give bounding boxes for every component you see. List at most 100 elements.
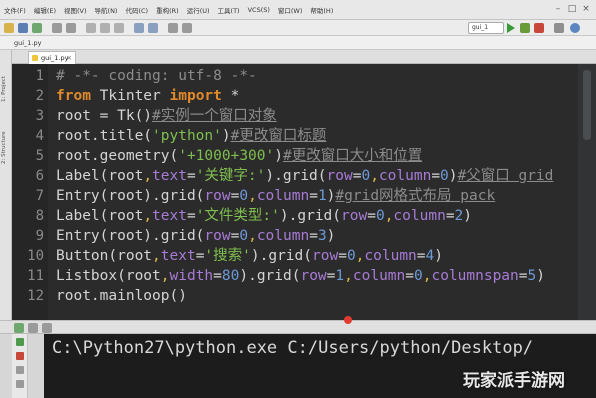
- code-token: ): [221, 128, 231, 144]
- line-number-gutter: 1 2 3 4 5 6 7 8 9 10 11 12: [12, 64, 48, 320]
- code-token: text: [152, 208, 187, 224]
- panel-splitter[interactable]: [0, 320, 596, 334]
- undo-icon[interactable]: [52, 23, 62, 33]
- tab-gui-1-py[interactable]: gui_1.py ×: [28, 51, 76, 64]
- replace-icon[interactable]: [148, 23, 158, 33]
- code-token: # -*- coding: utf-8 -*-: [56, 68, 257, 84]
- scroll-end-icon[interactable]: [16, 380, 24, 388]
- navigation-bar[interactable]: gui_1.py: [0, 36, 596, 50]
- sync-icon[interactable]: [32, 23, 42, 33]
- forward-icon[interactable]: [182, 23, 192, 33]
- menu-item[interactable]: 导航(N): [95, 5, 118, 15]
- line-number: 9: [35, 228, 44, 244]
- menu-item[interactable]: 代码(C): [125, 5, 148, 15]
- code-token: =: [186, 208, 196, 224]
- code-token: row: [341, 208, 368, 224]
- breadcrumb-file[interactable]: gui_1.py: [14, 39, 41, 47]
- code-token: #grid网格式布局 pack: [335, 188, 496, 204]
- terminal-tab-icon[interactable]: [42, 323, 52, 333]
- run-tab-icon[interactable]: [14, 323, 24, 333]
- code-editor[interactable]: # -*- coding: utf-8 -*- from Tkinter impo…: [48, 64, 578, 320]
- menu-item[interactable]: VCS(S): [248, 6, 270, 14]
- code-line[interactable]: Label(root,text='文件类型:').grid(row=0,colu…: [56, 206, 472, 226]
- scrollbar-thumb[interactable]: [583, 70, 591, 140]
- code-token: column: [393, 208, 446, 224]
- tab-label: gui_1.py: [41, 54, 69, 62]
- code-line[interactable]: root.title('python')#更改窗口标题: [56, 126, 326, 146]
- rerun-icon[interactable]: [16, 338, 24, 346]
- code-token: #更改窗口大小和位置: [282, 148, 423, 164]
- editor-scrollbar[interactable]: [578, 64, 596, 320]
- console-tab-icon[interactable]: [28, 323, 38, 333]
- code-line[interactable]: root = Tk()#实例一个窗口对象: [56, 106, 277, 126]
- help-icon[interactable]: [570, 23, 580, 33]
- project-tool-button[interactable]: 1: Project: [1, 56, 11, 102]
- menu-item[interactable]: 文件(F): [4, 5, 26, 15]
- code-line[interactable]: Listbox(root,width=80).grid(row=1,column…: [56, 266, 545, 286]
- copy-icon[interactable]: [100, 23, 110, 33]
- back-icon[interactable]: [168, 23, 178, 33]
- line-number: 10: [27, 248, 44, 264]
- menu-item[interactable]: 编辑(E): [34, 5, 56, 15]
- code-line[interactable]: Entry(root).grid(row=0,column=1)#grid网格式…: [56, 186, 495, 206]
- menu-item[interactable]: 重构(R): [156, 5, 179, 15]
- code-token: 0: [346, 248, 356, 264]
- save-icon[interactable]: [18, 23, 28, 33]
- stop-run-icon[interactable]: [16, 352, 24, 360]
- code-token: Entry(root).grid(: [56, 228, 205, 244]
- code-token: 0: [375, 208, 385, 224]
- line-number: 12: [27, 288, 44, 304]
- maximize-icon[interactable]: □: [566, 3, 578, 15]
- redo-icon[interactable]: [66, 23, 76, 33]
- menu-item[interactable]: 视图(V): [64, 5, 87, 15]
- code-token: text: [160, 248, 196, 264]
- structure-tool-button[interactable]: 2: Structure: [1, 112, 11, 164]
- pause-icon[interactable]: [16, 366, 24, 374]
- code-token: 80: [221, 268, 240, 284]
- code-token: row: [312, 248, 339, 264]
- menu-item[interactable]: 窗口(W): [278, 5, 303, 15]
- settings-icon[interactable]: [554, 23, 564, 33]
- code-token: columnspan: [431, 268, 519, 284]
- line-number: 4: [35, 128, 44, 144]
- paste-icon[interactable]: [114, 23, 124, 33]
- code-token: 0: [361, 168, 371, 184]
- code-line[interactable]: from Tkinter import *: [56, 86, 239, 106]
- code-token: ,: [143, 168, 153, 184]
- code-token: 0: [239, 228, 249, 244]
- code-token: #更改窗口标题: [230, 128, 327, 144]
- code-line[interactable]: root.mainloop(): [56, 286, 187, 306]
- menu-item[interactable]: 工具(T): [218, 5, 240, 15]
- cut-icon[interactable]: [86, 23, 96, 33]
- menu-item[interactable]: 运行(U): [187, 5, 210, 15]
- code-line[interactable]: # -*- coding: utf-8 -*-: [56, 66, 257, 86]
- code-token: row: [300, 268, 327, 284]
- code-line[interactable]: Entry(root).grid(row=0,column=3): [56, 226, 335, 246]
- code-token: Button(root: [56, 248, 153, 264]
- console-scrollbar[interactable]: [580, 334, 596, 398]
- code-token: root.geometry(: [56, 148, 179, 164]
- code-token: *: [221, 88, 240, 104]
- code-token: =: [518, 268, 528, 284]
- run-panel-toolbar: [12, 334, 28, 398]
- code-token: column: [352, 268, 406, 284]
- code-token: column: [364, 248, 417, 264]
- tab-close-icon[interactable]: ×: [66, 52, 72, 64]
- menu-item[interactable]: 帮助(H): [310, 5, 333, 15]
- code-token: column: [256, 228, 310, 244]
- open-folder-icon[interactable]: [4, 23, 14, 33]
- code-line[interactable]: Button(root,text='搜索').grid(row=0,column…: [56, 246, 443, 266]
- code-token: ): [448, 168, 458, 184]
- run-icon[interactable]: [507, 23, 515, 33]
- code-line[interactable]: root.geometry('+1000+300')#更改窗口大小和位置: [56, 146, 422, 166]
- minimize-icon[interactable]: –: [552, 3, 564, 15]
- close-icon[interactable]: ×: [580, 3, 592, 15]
- stop-icon[interactable]: [534, 23, 544, 33]
- find-icon[interactable]: [134, 23, 144, 33]
- run-config-select[interactable]: gui_1: [468, 22, 504, 34]
- code-line[interactable]: Label(root,text='关键字:').grid(row=0,colum…: [56, 166, 553, 186]
- line-number: 3: [35, 108, 44, 124]
- code-token: '文件类型:': [195, 208, 280, 224]
- debug-icon[interactable]: [520, 23, 530, 33]
- line-number: 6: [35, 168, 44, 184]
